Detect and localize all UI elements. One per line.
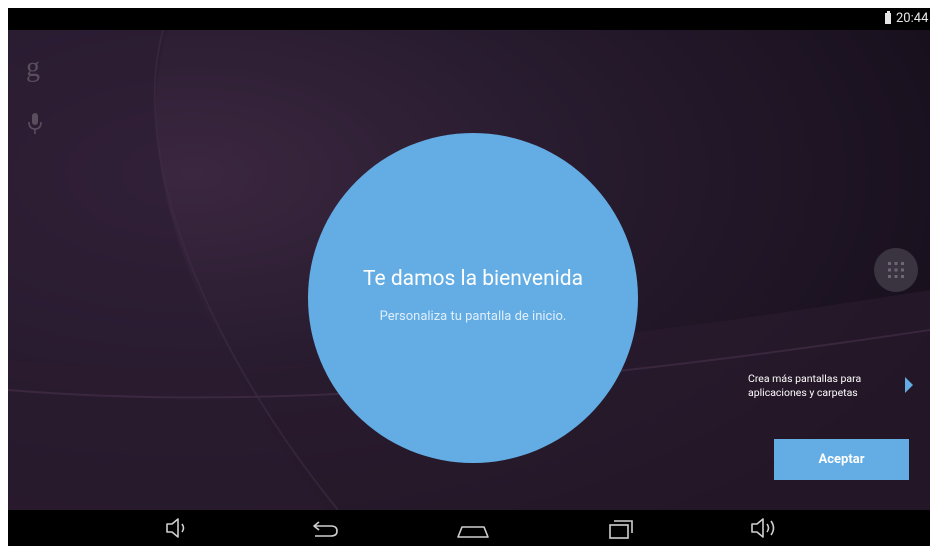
welcome-circle: Te damos la bienvenida Personaliza tu pa… bbox=[308, 133, 638, 463]
volume-up-icon[interactable] bbox=[748, 515, 782, 541]
app-drawer-button[interactable] bbox=[874, 248, 918, 292]
battery-icon bbox=[885, 11, 891, 24]
welcome-subtitle: Personaliza tu pantalla de inicio. bbox=[379, 309, 567, 324]
recent-apps-icon[interactable] bbox=[604, 515, 636, 541]
welcome-title: Te damos la bienvenida bbox=[362, 267, 584, 291]
accept-button[interactable]: Aceptar bbox=[774, 439, 909, 480]
hint-line-2: aplicaciones y carpetas bbox=[748, 386, 858, 399]
back-icon[interactable] bbox=[305, 515, 341, 541]
status-time: 20:44 bbox=[896, 11, 929, 26]
app-drawer-icon bbox=[888, 262, 904, 278]
arrow-right-icon bbox=[905, 377, 913, 393]
microphone-icon[interactable] bbox=[27, 112, 43, 136]
hint-text: Crea más pantallas para aplicaciones y c… bbox=[748, 372, 898, 400]
navigation-bar bbox=[8, 510, 930, 546]
device-screen: 20:44 g Te damos la bienvenida Personali… bbox=[8, 8, 930, 546]
status-bar: 20:44 bbox=[8, 8, 930, 30]
hint-line-1: Crea más pantallas para bbox=[748, 372, 862, 385]
google-search-icon[interactable]: g bbox=[26, 54, 40, 82]
home-wallpaper: g Te damos la bienvenida Personaliza tu … bbox=[8, 30, 930, 510]
home-icon[interactable] bbox=[454, 515, 492, 541]
volume-down-icon[interactable] bbox=[163, 515, 193, 541]
